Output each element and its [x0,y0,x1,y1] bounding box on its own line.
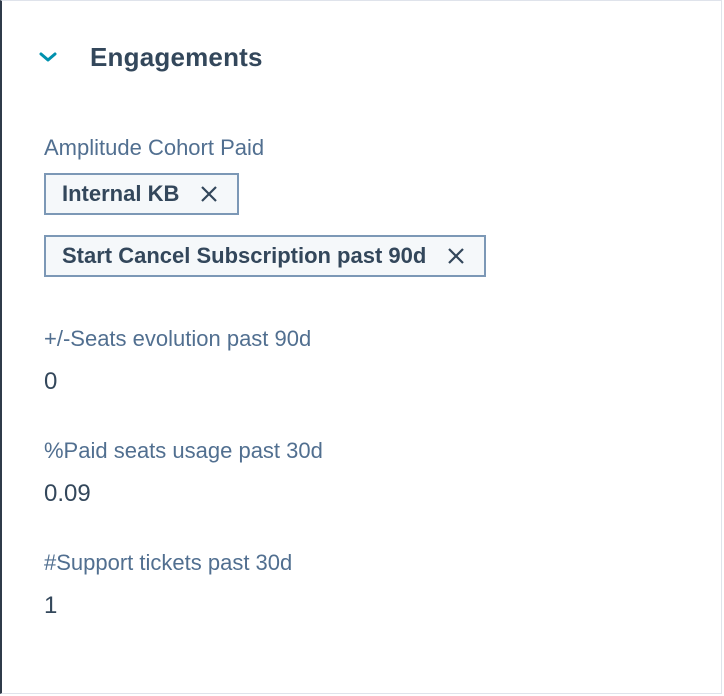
close-icon[interactable] [199,184,219,204]
section-title: Engagements [90,41,263,72]
seats-evolution-value[interactable]: 0 [44,367,311,397]
amplitude-cohort-label: Amplitude Cohort Paid [44,135,265,160]
tag-label: Internal KB [62,181,180,206]
paid-seats-usage-label: %Paid seats usage past 30d [44,438,323,463]
amplitude-cohort-field: Amplitude Cohort Paid [44,134,264,162]
engagements-section-toggle[interactable]: Engagements [36,37,263,77]
paid-seats-usage-value[interactable]: 0.09 [44,479,323,509]
close-icon[interactable] [446,246,466,266]
tag-start-cancel-subscription[interactable]: Start Cancel Subscription past 90d [44,235,487,277]
engagements-panel: Engagements Amplitude Cohort Paid Intern… [0,0,722,694]
seats-evolution-label: +/-Seats evolution past 90d [44,326,312,351]
seats-evolution-field: +/-Seats evolution past 90d 0 [44,325,311,397]
chevron-down-icon[interactable] [36,45,60,69]
support-tickets-value[interactable]: 1 [44,591,292,621]
tag-label: Start Cancel Subscription past 90d [62,243,427,268]
tag-internal-kb[interactable]: Internal KB [44,173,240,215]
support-tickets-label: #Support tickets past 30d [44,550,293,575]
paid-seats-usage-field: %Paid seats usage past 30d 0.09 [44,437,323,509]
support-tickets-field: #Support tickets past 30d 1 [44,549,292,621]
